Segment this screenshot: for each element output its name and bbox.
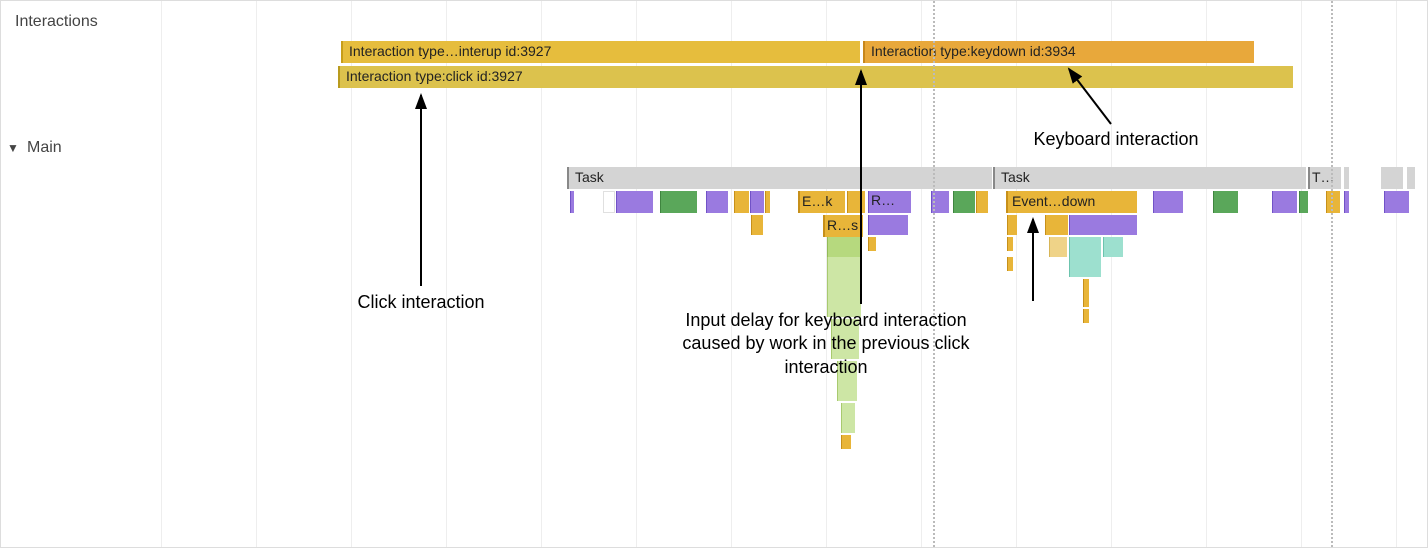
flame-segment[interactable] bbox=[765, 191, 770, 213]
flame-segment[interactable] bbox=[751, 215, 763, 235]
flame-segment[interactable] bbox=[1069, 237, 1101, 257]
flame-segment[interactable] bbox=[616, 191, 653, 213]
flame-segment[interactable] bbox=[1083, 309, 1089, 323]
flame-segment[interactable] bbox=[1083, 293, 1089, 307]
event-bar[interactable]: Event…down bbox=[1006, 191, 1137, 213]
flame-segment[interactable] bbox=[1153, 191, 1183, 213]
event-bar[interactable]: R…s bbox=[823, 215, 863, 237]
performance-timeline-panel: Interactions ▼ Main Interaction type…int… bbox=[0, 0, 1428, 548]
flame-segment[interactable] bbox=[1007, 237, 1013, 251]
event-label: R…s bbox=[825, 215, 863, 233]
flame-segment[interactable] bbox=[1213, 191, 1238, 213]
flame-segment[interactable] bbox=[750, 191, 764, 213]
flame-segment[interactable] bbox=[1381, 167, 1403, 189]
interaction-bar-click[interactable]: Interaction type:click id:3927 bbox=[338, 66, 1293, 88]
flame-segment[interactable] bbox=[1326, 191, 1340, 213]
interaction-bar-label: Interaction type…interup id:3927 bbox=[343, 41, 557, 59]
interaction-bar-label: Interaction type:keydown id:3934 bbox=[865, 41, 1082, 59]
flame-segment[interactable] bbox=[976, 191, 988, 213]
task-label: Task bbox=[995, 167, 1036, 185]
flame-segment[interactable] bbox=[1344, 191, 1349, 213]
task-label: T… bbox=[1310, 167, 1341, 185]
flame-segment[interactable] bbox=[1007, 215, 1017, 235]
flame-segment[interactable] bbox=[1407, 167, 1415, 189]
event-bar-purple[interactable]: R… bbox=[868, 191, 911, 213]
flame-segment[interactable] bbox=[1069, 215, 1137, 235]
flame-segment[interactable] bbox=[1045, 215, 1068, 235]
flame-segment[interactable] bbox=[570, 191, 574, 213]
main-task-bar[interactable]: Task bbox=[993, 167, 1306, 189]
flame-segment[interactable] bbox=[1049, 237, 1067, 257]
flame-segment[interactable] bbox=[831, 319, 859, 359]
interaction-bar-keydown[interactable]: Interaction type:keydown id:3934 bbox=[863, 41, 1254, 63]
flame-segment[interactable] bbox=[953, 191, 975, 213]
flame-segment[interactable] bbox=[1069, 257, 1101, 277]
main-track-disclosure[interactable]: ▼ bbox=[7, 141, 19, 155]
flame-segment[interactable] bbox=[603, 191, 615, 213]
interaction-bar-pointerup[interactable]: Interaction type…interup id:3927 bbox=[341, 41, 860, 63]
flame-segment[interactable] bbox=[868, 215, 908, 235]
flame-segment[interactable] bbox=[1083, 279, 1089, 293]
dotted-marker-1 bbox=[933, 1, 935, 547]
flame-segment[interactable] bbox=[868, 237, 876, 251]
flame-segment[interactable] bbox=[847, 191, 865, 213]
flame-segment[interactable] bbox=[706, 191, 728, 213]
flame-segment[interactable] bbox=[827, 237, 861, 257]
flame-segment[interactable] bbox=[1384, 191, 1409, 213]
flame-segment[interactable] bbox=[1272, 191, 1297, 213]
main-task-bar[interactable]: Task bbox=[567, 167, 992, 189]
flame-segment[interactable] bbox=[837, 361, 857, 401]
flame-segment[interactable] bbox=[1344, 167, 1349, 189]
flame-segment[interactable] bbox=[1007, 257, 1013, 271]
track-label-main: Main bbox=[27, 139, 62, 157]
flame-segment[interactable] bbox=[734, 191, 749, 213]
event-label: Event…down bbox=[1008, 191, 1101, 209]
flame-segment[interactable] bbox=[1103, 237, 1123, 257]
dotted-marker-2 bbox=[1331, 1, 1333, 547]
flame-segment[interactable] bbox=[660, 191, 697, 213]
interaction-bar-label: Interaction type:click id:3927 bbox=[340, 66, 529, 84]
flame-segment[interactable] bbox=[1299, 191, 1308, 213]
task-label: Task bbox=[569, 167, 610, 185]
flame-segment[interactable] bbox=[827, 257, 861, 317]
event-label: E…k bbox=[800, 191, 838, 209]
main-task-bar[interactable]: T… bbox=[1308, 167, 1341, 189]
flame-segment[interactable] bbox=[841, 435, 851, 449]
event-bar[interactable]: E…k bbox=[798, 191, 845, 213]
track-label-interactions: Interactions bbox=[15, 13, 98, 31]
flame-segment[interactable] bbox=[841, 403, 855, 433]
